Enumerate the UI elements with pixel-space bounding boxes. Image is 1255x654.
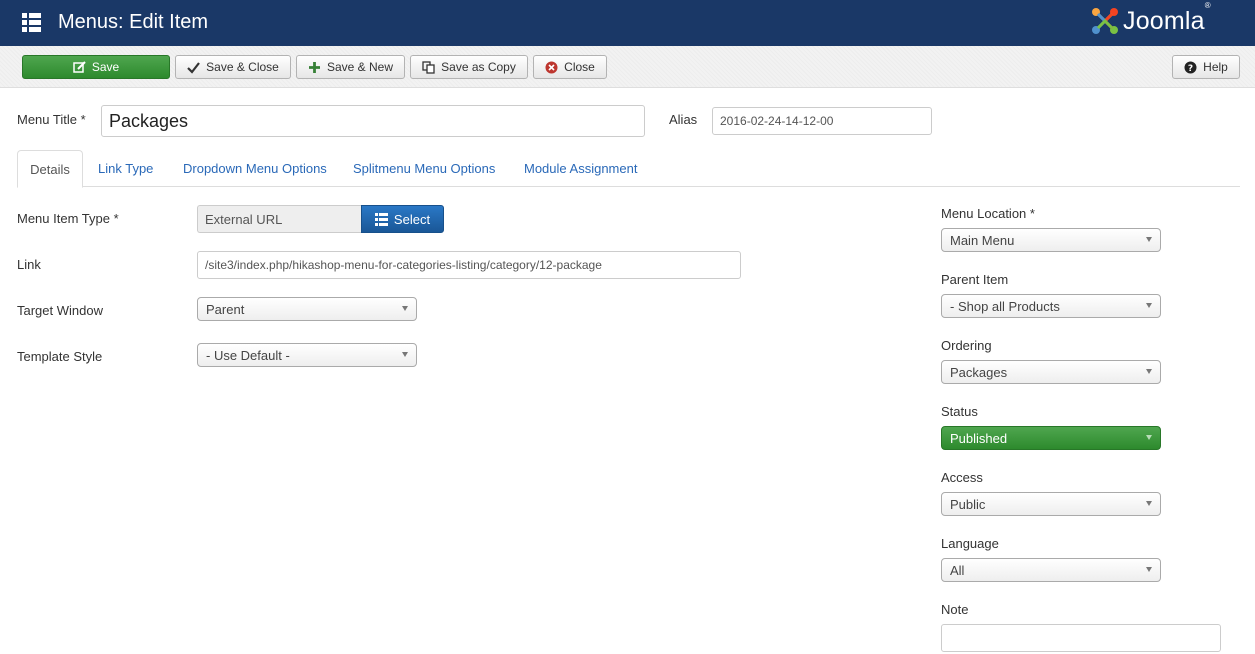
link-label: Link	[17, 257, 41, 272]
joomla-wordmark: Joomla®	[1123, 0, 1211, 35]
save-button[interactable]: Save	[22, 55, 170, 79]
save-close-button[interactable]: Save & Close	[175, 55, 291, 79]
parent-item-select[interactable]: - Shop all Products	[941, 294, 1161, 318]
close-button[interactable]: Close	[533, 55, 607, 79]
chevron-down-icon	[1146, 237, 1152, 242]
note-input[interactable]	[941, 624, 1221, 652]
chevron-down-icon	[402, 306, 408, 311]
ordering-label: Ordering	[941, 338, 992, 353]
target-window-select[interactable]: Parent	[197, 297, 417, 321]
chevron-down-icon	[1146, 435, 1152, 440]
access-label: Access	[941, 470, 983, 485]
menu-location-label: Menu Location *	[941, 206, 1035, 221]
menu-location-select[interactable]: Main Menu	[941, 228, 1161, 252]
list-icon	[374, 212, 388, 226]
chevron-down-icon	[402, 352, 408, 357]
template-style-select[interactable]: - Use Default -	[197, 343, 417, 367]
status-select[interactable]: Published	[941, 426, 1161, 450]
language-label: Language	[941, 536, 999, 551]
tab-module-assignment[interactable]: Module Assignment	[524, 150, 637, 187]
menu-title-label: Menu Title *	[17, 112, 86, 127]
tab-dropdown-menu-options[interactable]: Dropdown Menu Options	[183, 150, 327, 187]
save-as-copy-button[interactable]: Save as Copy	[410, 55, 528, 79]
plus-icon	[308, 61, 320, 73]
help-button[interactable]: ? Help	[1172, 55, 1240, 79]
chevron-down-icon	[1146, 369, 1152, 374]
language-select[interactable]: All	[941, 558, 1161, 582]
note-label: Note	[941, 602, 969, 617]
chevron-down-icon	[1146, 567, 1152, 572]
joomla-logo-icon	[1092, 8, 1118, 34]
save-new-button[interactable]: Save & New	[296, 55, 405, 79]
tab-details[interactable]: Details	[17, 150, 83, 188]
template-style-label: Template Style	[17, 349, 103, 364]
header-bar: Menus: Edit Item Joomla®	[0, 0, 1255, 46]
edit-icon	[73, 60, 86, 73]
tab-bar: Details Link Type Dropdown Menu Options …	[17, 150, 1240, 188]
access-select[interactable]: Public	[941, 492, 1161, 516]
question-circle-icon: ?	[1184, 61, 1197, 74]
toolbar: Save Save & Close Save & New Save as Cop…	[0, 46, 1255, 88]
status-label: Status	[941, 404, 978, 419]
chevron-down-icon	[1146, 501, 1152, 506]
ordering-select[interactable]: Packages	[941, 360, 1161, 384]
alias-label: Alias	[669, 112, 698, 127]
joomla-logo[interactable]: Joomla®	[1090, 0, 1211, 38]
link-input[interactable]: /site3/index.php/hikashop-menu-for-categ…	[197, 251, 741, 279]
alias-input[interactable]: 2016-02-24-14-12-00	[712, 107, 932, 135]
page-title: Menus: Edit Item	[58, 11, 209, 33]
tab-splitmenu-menu-options[interactable]: Splitmenu Menu Options	[353, 150, 495, 187]
close-circle-icon	[545, 61, 558, 73]
menu-item-type-field: External URL	[197, 205, 361, 233]
select-menu-item-type-button[interactable]: Select	[361, 205, 444, 233]
check-icon	[187, 61, 201, 74]
tab-link-type[interactable]: Link Type	[98, 150, 153, 187]
menu-title-input[interactable]: Packages	[101, 105, 645, 137]
svg-text:?: ?	[1188, 64, 1193, 74]
list-icon	[22, 13, 41, 32]
chevron-down-icon	[1146, 303, 1152, 308]
target-window-label: Target Window	[17, 303, 103, 318]
menu-item-type-label: Menu Item Type *	[17, 211, 119, 226]
parent-item-label: Parent Item	[941, 272, 1009, 287]
copy-icon	[422, 60, 435, 74]
